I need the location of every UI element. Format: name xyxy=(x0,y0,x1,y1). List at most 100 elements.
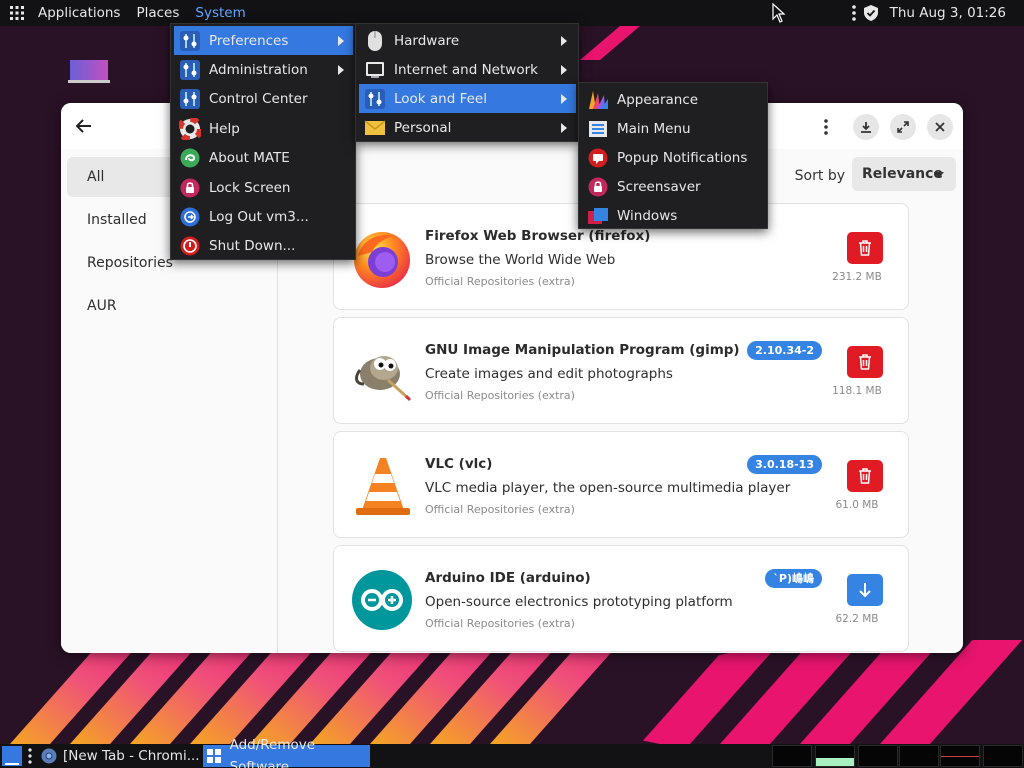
remove-button[interactable] xyxy=(847,460,883,492)
trash-icon xyxy=(859,468,871,484)
menu-item-label: Hardware xyxy=(394,32,460,49)
menu-item-control-center[interactable]: Control Center xyxy=(174,84,353,113)
maximize-button[interactable] xyxy=(890,114,916,140)
menu-item-administration[interactable]: Administration xyxy=(174,55,353,84)
network-monitor-graph[interactable] xyxy=(858,745,898,767)
sort-value: Relevance xyxy=(862,166,943,182)
network-icon xyxy=(364,59,386,81)
install-button[interactable] xyxy=(847,574,883,606)
package-card-gimp[interactable]: GNU Image Manipulation Program (gimp) Cr… xyxy=(333,317,909,424)
menu-item-log-out[interactable]: Log Out vm3... xyxy=(174,202,353,231)
package-size: 231.2 MB xyxy=(832,271,882,283)
download-button[interactable] xyxy=(853,114,879,140)
taskbar-item-chromium[interactable]: [New Tab - Chromi... xyxy=(38,745,200,767)
screensaver-icon xyxy=(587,176,609,198)
look-and-feel-submenu: Appearance Main Menu Popup Notifications… xyxy=(578,82,768,229)
menu-item-help[interactable]: Help xyxy=(174,114,353,143)
bottom-panel: [New Tab - Chromi... Add/Remove Software xyxy=(0,737,1024,768)
menu-item-label: About MATE xyxy=(209,149,290,166)
menu-item-hardware[interactable]: Hardware xyxy=(359,26,576,55)
menu-item-label: Administration xyxy=(209,61,308,78)
menu-item-label: Help xyxy=(209,120,240,137)
menu-item-label: Shut Down... xyxy=(209,237,296,254)
administration-icon xyxy=(179,59,201,81)
package-description: VLC media player, the open-source multim… xyxy=(425,480,791,496)
submenu-arrow-icon xyxy=(561,65,567,75)
desktop-computer-icon[interactable] xyxy=(68,58,110,84)
menu-item-shut-down[interactable]: Shut Down... xyxy=(174,231,353,260)
sort-dropdown[interactable]: Relevance xyxy=(852,157,956,191)
menu-item-preferences[interactable]: Preferences xyxy=(174,26,353,55)
package-card-arduino[interactable]: Arduino IDE (arduino) Open-source electr… xyxy=(333,545,909,652)
clock[interactable]: Thu Aug 3, 01:26 xyxy=(882,5,1024,21)
firefox-icon xyxy=(350,226,414,290)
package-size: 61.0 MB xyxy=(835,499,879,511)
menu-item-about-mate[interactable]: About MATE xyxy=(174,143,353,172)
submenu-arrow-icon xyxy=(561,36,567,46)
menu-item-popup-notifications[interactable]: Popup Notifications xyxy=(582,143,765,172)
taskbar-item-software[interactable]: Add/Remove Software xyxy=(203,737,370,768)
chromium-icon xyxy=(38,748,60,764)
windows-icon xyxy=(587,205,609,227)
package-name: GNU Image Manipulation Program (gimp) xyxy=(425,342,740,358)
software-manager-icon xyxy=(203,749,226,763)
menu-item-label: Windows xyxy=(617,207,678,224)
close-button[interactable] xyxy=(927,114,953,140)
remove-button[interactable] xyxy=(847,232,883,264)
gimp-icon xyxy=(350,340,414,404)
sort-label: Sort by xyxy=(794,168,845,184)
cpu-monitor-graph[interactable] xyxy=(772,745,812,767)
taskbar-item-label: [New Tab - Chromi... xyxy=(63,748,200,764)
logout-icon xyxy=(179,206,201,228)
menu-item-label: Look and Feel xyxy=(394,90,487,107)
mouse-icon xyxy=(364,30,386,52)
package-name: VLC (vlc) xyxy=(425,456,493,472)
package-repository: Official Repositories (extra) xyxy=(425,617,575,630)
disk-monitor-graph[interactable] xyxy=(983,745,1023,767)
menu-item-screensaver[interactable]: Screensaver xyxy=(582,172,765,201)
menu-item-label: Internet and Network xyxy=(394,61,538,78)
swap-monitor-graph[interactable] xyxy=(899,745,939,767)
package-name: Firefox Web Browser (firefox) xyxy=(425,228,651,244)
overflow-menu-button[interactable] xyxy=(813,114,839,140)
lock-icon xyxy=(179,177,201,199)
menu-item-label: Personal xyxy=(394,119,452,136)
menu-item-main-menu[interactable]: Main Menu xyxy=(582,114,765,143)
menu-item-windows[interactable]: Windows xyxy=(582,201,765,230)
package-repository: Official Repositories (extra) xyxy=(425,275,575,288)
kebab-menu-icon[interactable] xyxy=(848,5,860,21)
sidebar-item-aur[interactable]: AUR xyxy=(67,286,272,326)
taskbar-item-label: Add/Remove Software xyxy=(229,737,316,768)
version-badge: 2.10.34-2 xyxy=(747,341,822,360)
back-button[interactable] xyxy=(71,113,97,139)
package-size: 62.2 MB xyxy=(835,613,879,625)
menu-item-appearance[interactable]: Appearance xyxy=(582,85,765,114)
menu-item-personal[interactable]: Personal xyxy=(359,113,576,142)
package-card-vlc[interactable]: VLC (vlc) VLC media player, the open-sou… xyxy=(333,431,909,538)
remove-button[interactable] xyxy=(847,346,883,378)
shield-icon[interactable] xyxy=(860,5,882,21)
show-desktop-button[interactable] xyxy=(2,746,22,766)
load-monitor-graph[interactable] xyxy=(940,745,980,767)
menu-item-internet-network[interactable]: Internet and Network xyxy=(359,55,576,84)
control-center-icon xyxy=(179,88,201,110)
package-description: Create images and edit photographs xyxy=(425,366,673,382)
menu-item-look-and-feel[interactable]: Look and Feel xyxy=(359,84,576,113)
package-name: Arduino IDE (arduino) xyxy=(425,570,591,586)
menu-item-label: Screensaver xyxy=(617,178,701,195)
menu-item-label: Log Out vm3... xyxy=(209,208,309,225)
preferences-icon xyxy=(179,30,201,52)
submenu-arrow-icon xyxy=(561,94,567,104)
menu-item-lock-screen[interactable]: Lock Screen xyxy=(174,173,353,202)
version-badge: 3.0.18-13 xyxy=(747,455,822,474)
main-menu-icon xyxy=(587,118,609,140)
apps-grid-icon[interactable] xyxy=(4,0,30,26)
menu-applications[interactable]: Applications xyxy=(30,0,128,26)
trash-icon xyxy=(859,354,871,370)
load-line xyxy=(941,756,979,757)
download-arrow-icon xyxy=(859,583,871,598)
look-and-feel-icon xyxy=(364,88,386,110)
memory-monitor-graph[interactable] xyxy=(815,745,855,767)
submenu-arrow-icon xyxy=(338,65,344,75)
panel-handle-icon[interactable] xyxy=(28,748,32,768)
